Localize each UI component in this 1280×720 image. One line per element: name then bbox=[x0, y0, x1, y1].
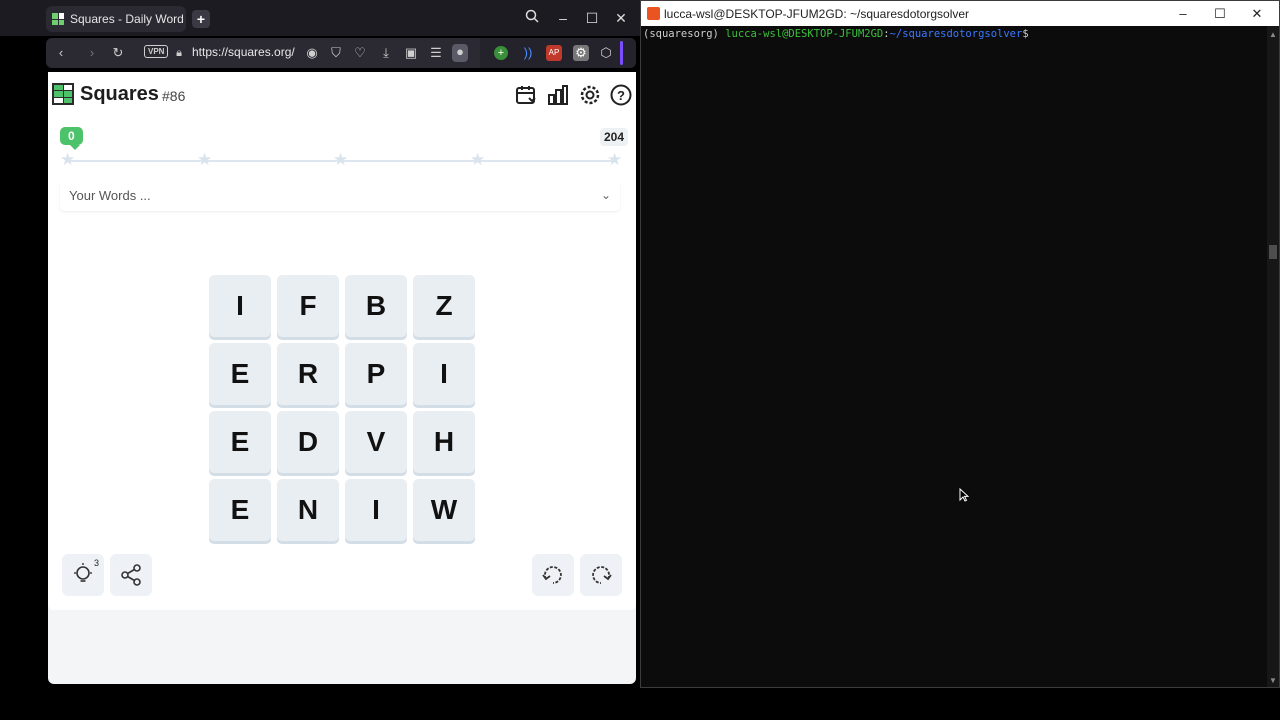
audio-extension-icon[interactable]: )) bbox=[520, 45, 536, 61]
stats-icon[interactable] bbox=[546, 83, 570, 107]
tab-strip: Squares - Daily Word Gam + – ☐ ✕ bbox=[0, 0, 640, 36]
game-panel: 0 204 ★ ★ ★ ★ ★ Your Words ... ⌄ I F B Z… bbox=[48, 118, 636, 610]
site-header: Squares #86 ? bbox=[48, 72, 636, 118]
lock-icon[interactable]: 🔒︎ bbox=[171, 45, 187, 61]
terminal-scrollbar[interactable]: ▲ ▼ bbox=[1267, 26, 1279, 687]
site-title: Squares bbox=[80, 83, 159, 105]
search-icon bbox=[525, 9, 539, 23]
terminal-minimize-button[interactable]: – bbox=[1175, 6, 1191, 21]
maximize-button[interactable]: ☐ bbox=[581, 8, 603, 28]
puzzle-extension-icon[interactable]: ⚙ bbox=[573, 45, 589, 61]
rotate-right-icon bbox=[592, 566, 612, 584]
terminal-titlebar: lucca-wsl@DESKTOP-JFUM2GD: ~/squaresdoto… bbox=[641, 1, 1279, 26]
letter-tile[interactable]: W bbox=[413, 479, 475, 541]
letter-tile[interactable]: I bbox=[413, 343, 475, 405]
progress-star-icon: ★ bbox=[333, 150, 349, 169]
letter-tile[interactable]: B bbox=[345, 275, 407, 337]
mouse-cursor-icon bbox=[959, 488, 969, 502]
cube-extension-icon[interactable]: ⬡ bbox=[598, 45, 614, 61]
your-words-label: Your Words ... bbox=[69, 188, 151, 203]
progress-star-icon: ★ bbox=[607, 150, 623, 169]
scrollbar-thumb[interactable] bbox=[1269, 245, 1277, 259]
browser-toolbar: ‹ › ↻ VPN 🔒︎ https://squares.org/ ◉ ⛉ ♡ … bbox=[46, 38, 636, 68]
prompt-user: lucca-wsl@DESKTOP-JFUM2GD bbox=[725, 28, 884, 40]
reload-icon[interactable]: ↻ bbox=[110, 45, 126, 61]
share-icon bbox=[121, 564, 141, 586]
puzzle-number: #86 bbox=[162, 88, 186, 104]
terminal-window[interactable]: lucca-wsl@DESKTOP-JFUM2GD: ~/squaresdoto… bbox=[640, 0, 1280, 688]
letter-tile[interactable]: V bbox=[345, 411, 407, 473]
letter-tile[interactable]: N bbox=[277, 479, 339, 541]
letter-tile[interactable]: Z bbox=[413, 275, 475, 337]
letter-tile[interactable]: H bbox=[413, 411, 475, 473]
camera-icon[interactable]: ◉ bbox=[304, 45, 320, 61]
scroll-up-icon[interactable]: ▲ bbox=[1269, 30, 1277, 39]
letter-grid: I F B Z E R P I E D V H E N I W bbox=[209, 275, 479, 545]
your-words-dropdown[interactable]: Your Words ... ⌄ bbox=[60, 181, 620, 211]
download-icon[interactable]: ⤓ bbox=[378, 45, 394, 61]
calendar-icon[interactable] bbox=[514, 83, 538, 107]
new-tab-button[interactable]: + bbox=[192, 10, 210, 28]
terminal-maximize-button[interactable]: ☐ bbox=[1212, 6, 1228, 22]
search-tabs-button[interactable] bbox=[521, 8, 543, 28]
close-button[interactable]: ✕ bbox=[610, 8, 632, 28]
progress-star-icon: ★ bbox=[197, 150, 213, 169]
share-button[interactable] bbox=[110, 554, 152, 596]
letter-tile[interactable]: E bbox=[209, 411, 271, 473]
scroll-down-icon[interactable]: ▼ bbox=[1269, 676, 1277, 685]
progress-star-icon: ★ bbox=[60, 150, 76, 169]
letter-tile[interactable]: I bbox=[345, 479, 407, 541]
squares-favicon-icon bbox=[52, 13, 64, 25]
letter-tile[interactable]: P bbox=[345, 343, 407, 405]
current-score-badge: 0 bbox=[60, 127, 83, 150]
tab-title: Squares - Daily Word Gam bbox=[70, 12, 186, 26]
api-extension-icon[interactable]: AP bbox=[546, 45, 562, 61]
minimize-button[interactable]: – bbox=[552, 8, 574, 28]
sidebar-indicator bbox=[620, 41, 623, 65]
prompt-env: (squaresorg) bbox=[643, 28, 726, 40]
letter-tile[interactable]: I bbox=[209, 275, 271, 337]
squares-logo-icon bbox=[52, 83, 74, 105]
back-icon[interactable]: ‹ bbox=[53, 45, 69, 61]
rotate-left-button[interactable] bbox=[532, 554, 574, 596]
max-score-badge: 204 bbox=[599, 128, 628, 146]
hint-count: 3 bbox=[94, 558, 100, 568]
prompt-path: ~/squaresdotorgsolver bbox=[889, 28, 1023, 40]
heart-icon[interactable]: ♡ bbox=[352, 45, 368, 61]
terminal-close-button[interactable]: ✕ bbox=[1249, 6, 1265, 22]
rotate-left-icon bbox=[542, 566, 562, 584]
letter-tile[interactable]: E bbox=[209, 479, 271, 541]
extensions-area: + )) AP ⚙ ⬡ bbox=[480, 38, 636, 68]
chevron-down-icon: ⌄ bbox=[600, 188, 611, 202]
settings-menu-icon[interactable]: ☰ bbox=[428, 45, 444, 61]
gear-icon[interactable] bbox=[578, 83, 602, 107]
terminal-title: lucca-wsl@DESKTOP-JFUM2GD: ~/squaresdoto… bbox=[664, 7, 970, 21]
letter-tile[interactable]: D bbox=[277, 411, 339, 473]
prompt-dollar: $ bbox=[1022, 28, 1029, 40]
forward-icon[interactable]: › bbox=[84, 45, 100, 61]
profile-icon[interactable]: ● bbox=[452, 44, 468, 62]
webpage: Squares #86 ? 0 204 ★ ★ ★ ★ ★ Your Words… bbox=[48, 72, 636, 684]
media-icon[interactable]: ▣ bbox=[403, 45, 419, 61]
svg-text:?: ? bbox=[617, 88, 625, 103]
letter-tile[interactable]: E bbox=[209, 343, 271, 405]
letter-tile[interactable]: F bbox=[277, 275, 339, 337]
shield-icon[interactable]: ⛉ bbox=[328, 45, 344, 61]
address-bar[interactable]: https://squares.org/ bbox=[192, 45, 295, 59]
vpn-badge[interactable]: VPN bbox=[144, 45, 169, 58]
terminal-prompt[interactable]: (squaresorg) lucca-wsl@DESKTOP-JFUM2GD:~… bbox=[643, 28, 1029, 40]
ubuntu-icon bbox=[647, 7, 660, 20]
desktop: Squares - Daily Word Gam + – ☐ ✕ ‹ › ↻ V… bbox=[0, 0, 1280, 720]
letter-tile[interactable]: R bbox=[277, 343, 339, 405]
add-extension-icon[interactable]: + bbox=[494, 46, 508, 60]
help-icon[interactable]: ? bbox=[609, 83, 633, 107]
browser-window: Squares - Daily Word Gam + – ☐ ✕ ‹ › ↻ V… bbox=[0, 0, 640, 720]
rotate-right-button[interactable] bbox=[580, 554, 622, 596]
tab-squares[interactable]: Squares - Daily Word Gam bbox=[46, 6, 186, 32]
progress-star-icon: ★ bbox=[470, 150, 486, 169]
